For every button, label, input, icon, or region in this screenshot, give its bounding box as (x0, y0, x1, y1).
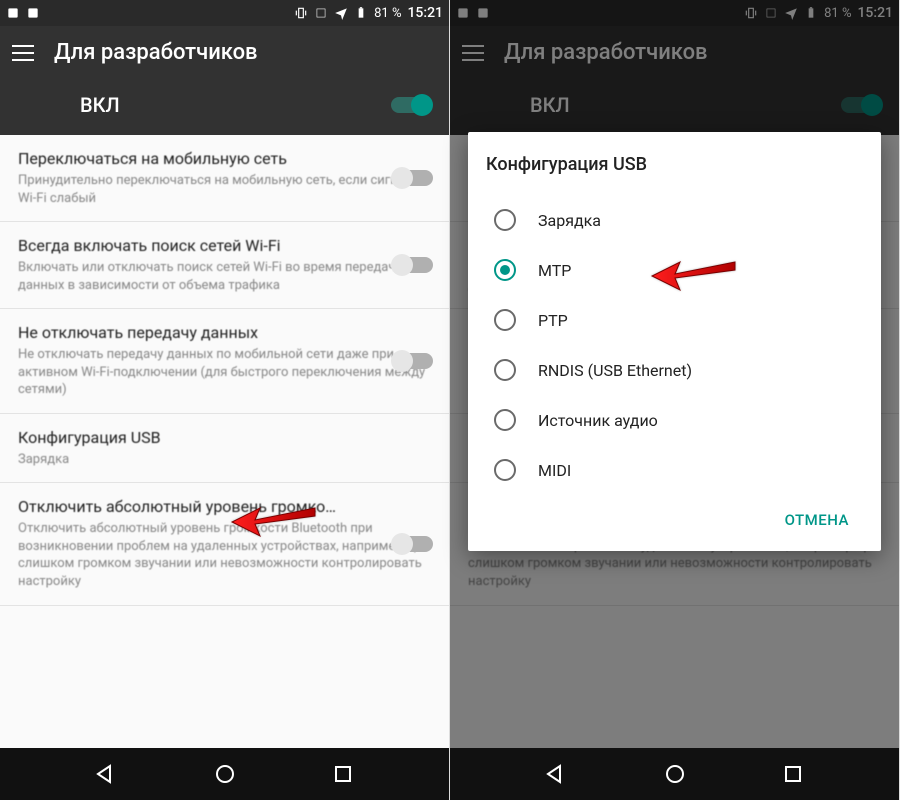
page-title: Для разработчиков (54, 40, 258, 65)
toggle-switch[interactable] (393, 170, 433, 186)
app-icon (26, 6, 40, 20)
vibrate-icon (294, 6, 308, 20)
recent-button[interactable] (331, 762, 355, 786)
phone-right: 81 % 15:21 Для разработчиков ВКЛ Переклю… (450, 0, 900, 800)
nav-bar (450, 748, 899, 800)
back-button[interactable] (94, 762, 118, 786)
radio-icon (494, 259, 516, 281)
app-bar: Для разработчиков (0, 26, 449, 75)
setting-keep-data[interactable]: Не отключать передачу данных Не отключат… (0, 309, 449, 414)
setting-usb-config[interactable]: Конфигурация USB Зарядка (0, 414, 449, 484)
home-button[interactable] (213, 762, 237, 786)
master-toggle-row[interactable]: ВКЛ (0, 75, 449, 135)
radio-icon (494, 409, 516, 431)
cancel-button[interactable]: ОТМЕНА (775, 503, 859, 537)
phone-left: 81 % 15:21 Для разработчиков ВКЛ Переклю… (0, 0, 450, 800)
battery-icon (354, 6, 368, 20)
master-toggle-switch[interactable] (391, 97, 431, 113)
radio-option-ptp[interactable]: PTP (486, 295, 863, 345)
master-toggle-label: ВКЛ (80, 93, 120, 117)
radio-icon (494, 309, 516, 331)
radio-option-mtp[interactable]: MTP (486, 245, 863, 295)
back-button[interactable] (544, 762, 568, 786)
clock: 15:21 (407, 5, 443, 21)
toggle-switch[interactable] (393, 536, 433, 552)
radio-option-charging[interactable]: Зарядка (486, 195, 863, 245)
status-bar: 81 % 15:21 (0, 0, 449, 26)
nav-bar (0, 748, 449, 800)
setting-abs-volume[interactable]: Отключить абсолютный уровень громко… Отк… (0, 483, 449, 605)
radio-icon (494, 209, 516, 231)
radio-option-midi[interactable]: MIDI (486, 445, 863, 495)
settings-list: Переключаться на мобильную сеть Принудит… (0, 135, 449, 606)
recent-button[interactable] (781, 762, 805, 786)
toggle-switch[interactable] (393, 353, 433, 369)
nfc-icon (314, 6, 328, 20)
setting-switch-mobile[interactable]: Переключаться на мобильную сеть Принудит… (0, 135, 449, 222)
toggle-switch[interactable] (393, 257, 433, 273)
radio-icon (494, 459, 516, 481)
home-button[interactable] (663, 762, 687, 786)
menu-icon[interactable] (12, 45, 34, 61)
radio-icon (494, 359, 516, 381)
airplane-icon (334, 6, 348, 20)
setting-wifi-scan[interactable]: Всегда включать поиск сетей Wi-Fi Включа… (0, 222, 449, 309)
radio-option-audio[interactable]: Источник аудио (486, 395, 863, 445)
dialog-title: Конфигурация USB (486, 154, 863, 175)
radio-option-rndis[interactable]: RNDIS (USB Ethernet) (486, 345, 863, 395)
app-icon (6, 6, 20, 20)
battery-percent: 81 % (374, 6, 401, 21)
usb-config-dialog: Конфигурация USB Зарядка MTP PTP RNDIS (… (468, 132, 881, 551)
